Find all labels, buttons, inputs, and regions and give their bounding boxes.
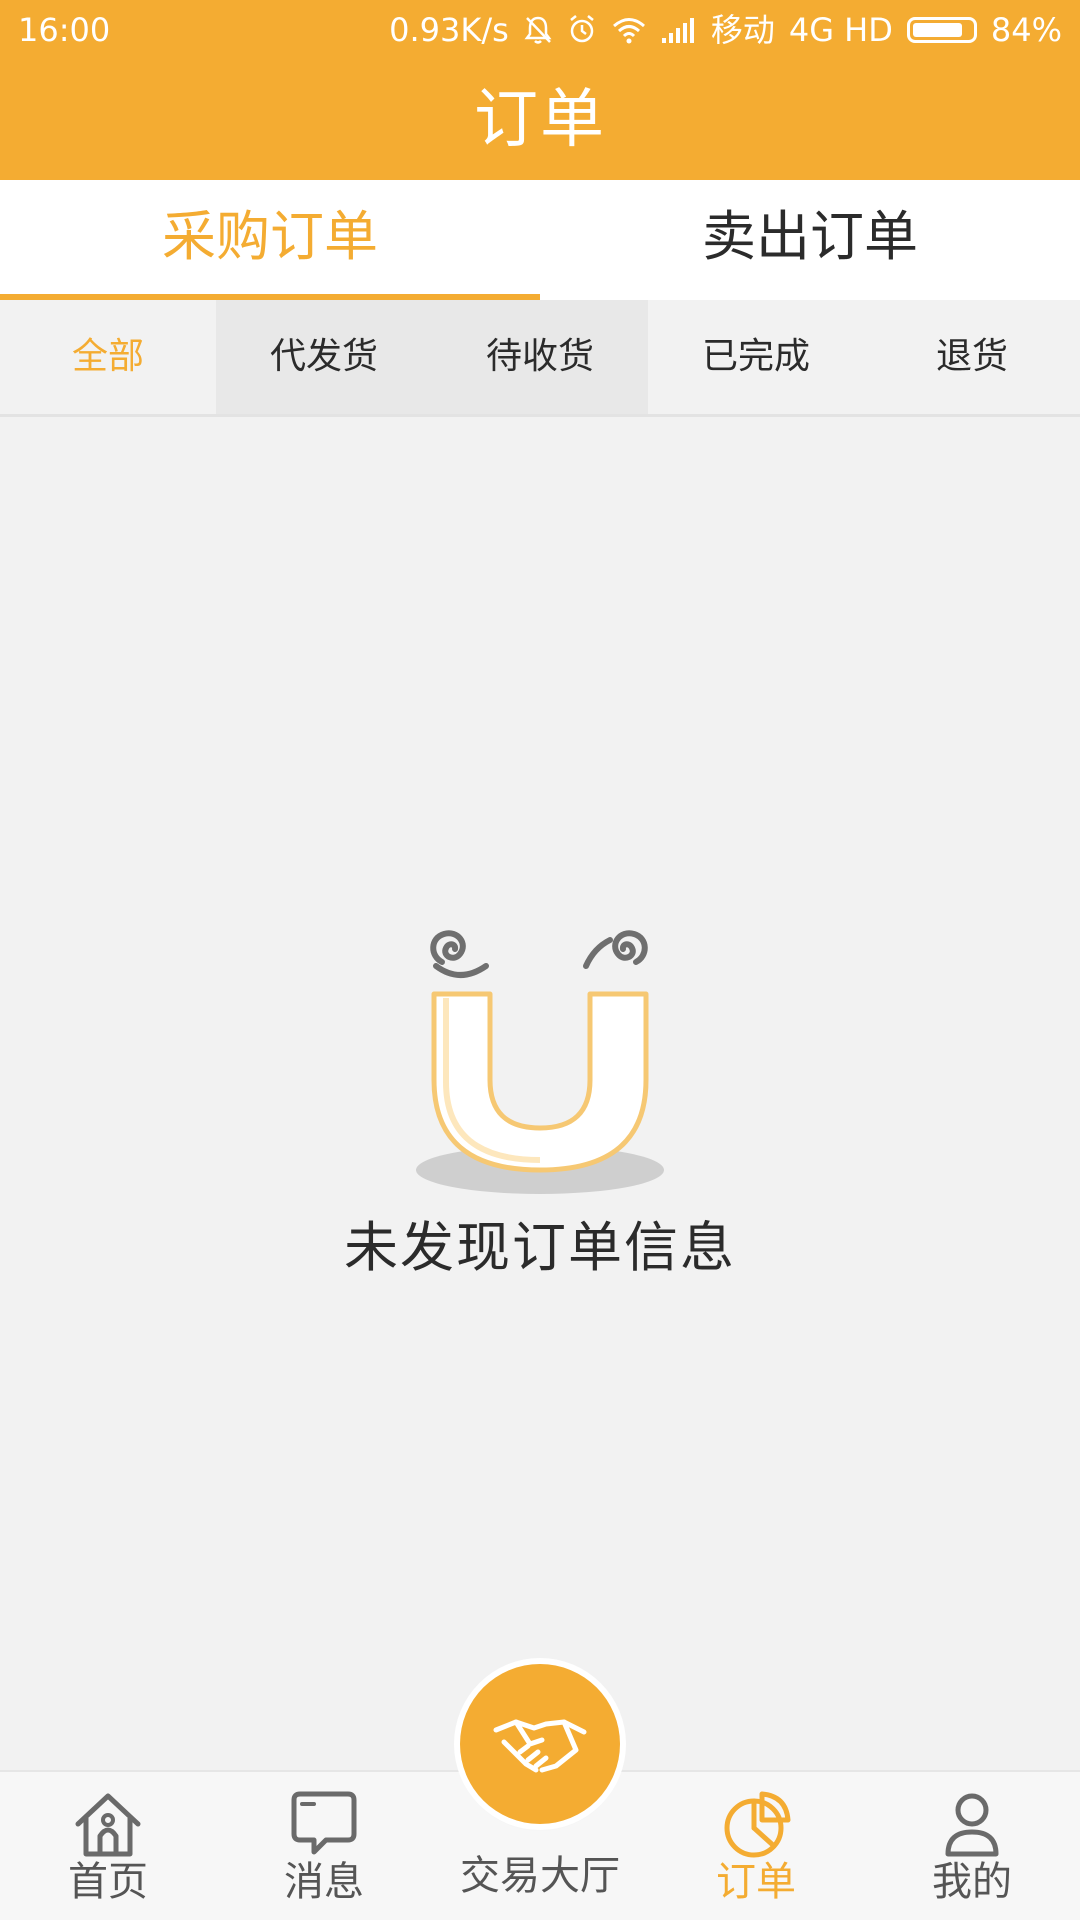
tab-to-ship[interactable]: 代发货 — [216, 300, 432, 414]
status-time: 16:00 — [18, 11, 111, 49]
tab-returns[interactable]: 退货 — [864, 300, 1080, 414]
tab-purchase-orders[interactable]: 采购订单 — [0, 180, 540, 300]
pie-chart-icon — [724, 1791, 791, 1858]
dizzy-face-icon — [416, 930, 664, 1194]
empty-message: 未发现订单信息 — [344, 1216, 736, 1279]
battery-icon — [906, 17, 977, 43]
status-icons: 0.93K/s 移动 4G HD 84% — [389, 10, 1062, 50]
nav-label-home: 首页 — [68, 1859, 148, 1905]
signal-icon — [661, 16, 697, 44]
tab-all[interactable]: 全部 — [0, 300, 216, 414]
nav-orders[interactable]: 订单 — [648, 1772, 864, 1920]
network-type: 4G HD — [788, 11, 893, 49]
nav-label-profile: 我的 — [932, 1859, 1012, 1905]
status-bar: 16:00 0.93K/s 移动 4G HD 84% — [0, 0, 1080, 60]
mute-bell-icon — [523, 14, 553, 46]
tab-to-receive[interactable]: 待收货 — [432, 300, 648, 414]
trading-hall-button[interactable] — [460, 1664, 620, 1824]
nav-label-messages: 消息 — [284, 1859, 364, 1905]
home-icon — [75, 1793, 141, 1857]
net-speed: 0.93K/s — [389, 11, 509, 49]
order-type-tabs: 采购订单 卖出订单 — [0, 180, 1080, 300]
order-status-tabs: 全部 代发货 待收货 已完成 退货 — [0, 300, 1080, 417]
carrier-name: 移动 — [710, 11, 775, 49]
page-title: 订单 — [474, 83, 606, 157]
app-header: 订单 — [0, 60, 1080, 180]
battery-percent: 84% — [990, 11, 1062, 49]
nav-label-orders: 订单 — [716, 1859, 796, 1905]
nav-home[interactable]: 首页 — [0, 1772, 216, 1920]
wifi-icon — [611, 15, 647, 45]
tab-completed[interactable]: 已完成 — [648, 300, 864, 414]
nav-profile[interactable]: 我的 — [864, 1772, 1080, 1920]
nav-messages[interactable]: 消息 — [216, 1772, 432, 1920]
user-icon — [945, 1793, 999, 1857]
battery-level — [912, 23, 962, 37]
empty-state: 未发现订单信息 — [0, 880, 1080, 1288]
orders-screen: 16:00 0.93K/s 移动 4G HD 84% 订单 采购订单 卖出订单 … — [0, 0, 1080, 1920]
nav-label-trading-hall: 交易大厅 — [460, 1853, 620, 1899]
alarm-icon — [567, 14, 597, 46]
tab-sales-orders[interactable]: 卖出订单 — [540, 180, 1080, 300]
handshake-icon — [493, 1719, 587, 1773]
message-icon — [291, 1791, 357, 1855]
